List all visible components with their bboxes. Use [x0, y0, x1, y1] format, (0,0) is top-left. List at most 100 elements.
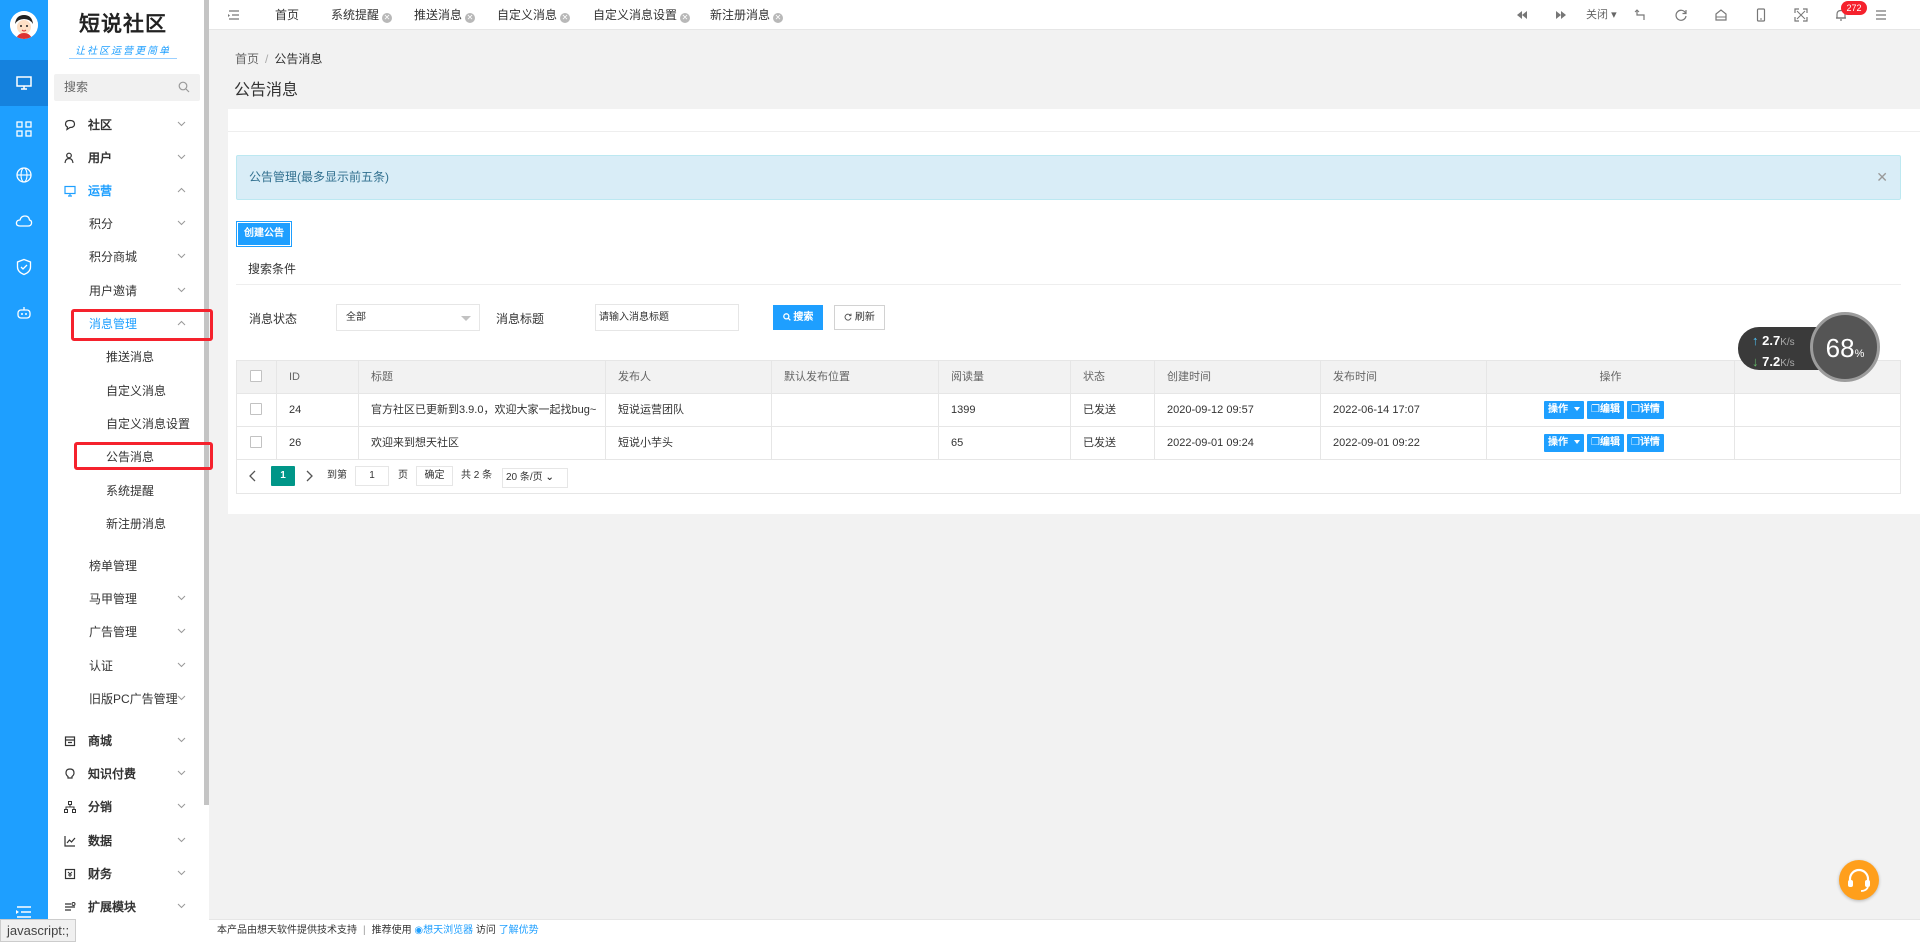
tab-home[interactable]: 首页 — [275, 0, 299, 30]
scroll-left-icon[interactable] — [1515, 8, 1529, 22]
tab-new-register-message[interactable]: 新注册消息 ✕ — [710, 0, 784, 30]
fullscreen-icon[interactable] — [1794, 8, 1808, 22]
page-current[interactable]: 1 — [271, 466, 295, 486]
collapse-sidebar-icon[interactable] — [227, 8, 241, 22]
action-dropdown-button[interactable]: 操作 — [1544, 434, 1584, 452]
title-search-input[interactable]: 请输入消息标题 — [595, 304, 739, 331]
detail-button[interactable]: ❐详情 — [1626, 434, 1664, 452]
caret-down-icon — [1574, 440, 1580, 444]
menu-extensions[interactable]: 扩展模块 — [48, 892, 200, 922]
menu-custom-message-settings[interactable]: 自定义消息设置 — [48, 409, 200, 439]
menu-vest-management[interactable]: 马甲管理 — [48, 584, 200, 614]
rail-monitor-icon[interactable] — [0, 60, 48, 106]
menu-operations[interactable]: 运营 — [48, 176, 200, 206]
rail-cloud-icon[interactable] — [0, 198, 48, 244]
tab-custom-message-settings[interactable]: 自定义消息设置 ✕ — [593, 0, 691, 30]
detail-button[interactable]: ❐详情 — [1626, 401, 1664, 419]
menu-data[interactable]: 数据 — [48, 826, 200, 856]
header-id[interactable]: ID — [277, 361, 359, 394]
row-actions: 操作 ❐编辑 ❐详情 — [1544, 434, 1664, 452]
menu-points[interactable]: 积分 — [48, 209, 200, 239]
customer-support-button[interactable] — [1839, 860, 1879, 900]
menu-user-invite[interactable]: 用户邀请 — [48, 276, 200, 306]
close-icon[interactable]: ✕ — [1876, 156, 1888, 199]
select-all-checkbox[interactable] — [250, 370, 262, 382]
close-tab-icon[interactable]: ✕ — [773, 13, 784, 23]
menu-shop[interactable]: 商城 — [48, 726, 200, 756]
menu-distribution[interactable]: 分销 — [48, 792, 200, 822]
edit-button[interactable]: ❐编辑 — [1587, 401, 1624, 419]
header-position[interactable]: 默认发布位置 — [772, 361, 939, 394]
menu-system-reminder[interactable]: 系统提醒 — [48, 476, 200, 506]
action-dropdown-button[interactable]: 操作 — [1544, 401, 1584, 419]
search-icon[interactable] — [178, 81, 190, 93]
monitor-icon — [64, 185, 76, 197]
close-tabs-dropdown[interactable]: 关闭 ▾ — [1586, 0, 1617, 30]
row-checkbox-cell — [237, 394, 277, 427]
refresh-icon[interactable] — [1674, 8, 1688, 22]
brand-logo[interactable]: 短说社区 让社区运营更简单 — [48, 8, 198, 59]
header-reads[interactable]: 阅读量 — [939, 361, 1071, 394]
status-select[interactable]: 全部 — [336, 304, 480, 331]
scroll-right-icon[interactable] — [1554, 8, 1568, 22]
header-created[interactable]: 创建时间 — [1155, 361, 1321, 394]
header-status[interactable]: 状态 — [1071, 361, 1155, 394]
menu-search-input[interactable]: 搜索 — [54, 74, 200, 101]
close-tab-icon[interactable]: ✕ — [560, 13, 571, 23]
rail-shield-icon[interactable] — [0, 244, 48, 290]
rail-apps-icon[interactable] — [0, 106, 48, 152]
row-checkbox[interactable] — [250, 403, 262, 415]
rail-globe-icon[interactable] — [0, 152, 48, 198]
menu-finance[interactable]: 财务 — [48, 859, 200, 889]
chat-icon — [64, 119, 76, 131]
prev-page-icon[interactable] — [245, 466, 261, 486]
menu-rankings[interactable]: 榜单管理 — [48, 551, 200, 581]
menu-knowledge-paid[interactable]: 知识付费 — [48, 759, 200, 789]
menu-users[interactable]: 用户 — [48, 143, 200, 173]
search-button[interactable]: 搜索 — [773, 305, 823, 330]
menu-community[interactable]: 社区 — [48, 110, 200, 140]
menu-points-mall[interactable]: 积分商城 — [48, 242, 200, 272]
breadcrumb-home[interactable]: 首页 — [235, 52, 259, 66]
close-tab-icon[interactable]: ✕ — [382, 13, 393, 23]
header-published[interactable]: 发布时间 — [1321, 361, 1487, 394]
back-icon[interactable] — [1634, 8, 1648, 22]
tab-push-message[interactable]: 推送消息 ✕ — [414, 0, 476, 30]
create-announcement-button[interactable]: 创建公告 — [236, 221, 292, 247]
notice-text: 公告管理(最多显示前五条) — [249, 170, 389, 184]
menu-verification[interactable]: 认证 — [48, 651, 200, 681]
menu-legacy-pc-ads[interactable]: 旧版PC广告管理 — [48, 684, 200, 714]
copy-icon: ❐ — [1630, 404, 1640, 415]
side-scrollbar[interactable] — [204, 0, 209, 805]
learn-more-link[interactable]: 了解优势 — [499, 925, 539, 936]
close-tab-icon[interactable]: ✕ — [465, 13, 476, 23]
icon-rail — [0, 0, 48, 942]
network-speed-widget[interactable]: ↑ 2.7K/s ↓ 7.2K/s 68% — [1738, 312, 1888, 382]
next-page-icon[interactable] — [301, 466, 317, 486]
menu-custom-message[interactable]: 自定义消息 — [48, 376, 200, 406]
tab-custom-message[interactable]: 自定义消息 ✕ — [497, 0, 571, 30]
browser-link[interactable]: ◉想天浏览器 — [414, 925, 473, 936]
tab-system-reminder[interactable]: 系统提醒 ✕ — [331, 0, 393, 30]
goto-confirm-button[interactable]: 确定 — [416, 466, 453, 486]
notification-badge: 272 — [1841, 1, 1867, 15]
goto-page-input[interactable]: 1 — [355, 466, 389, 486]
collapse-menu-icon[interactable] — [14, 904, 34, 920]
refresh-button[interactable]: 刷新 — [834, 305, 885, 330]
avatar[interactable] — [10, 11, 38, 39]
menu-icon[interactable] — [1874, 8, 1888, 22]
menu-ad-management[interactable]: 广告管理 — [48, 617, 200, 647]
menu-new-register-message[interactable]: 新注册消息 — [48, 509, 200, 539]
page-size-select[interactable]: 20 条/页 ⌄ — [502, 468, 568, 488]
clear-cache-icon[interactable] — [1714, 8, 1728, 22]
menu-push-message[interactable]: 推送消息 — [48, 342, 200, 372]
mobile-icon[interactable] — [1754, 8, 1768, 22]
close-tab-icon[interactable]: ✕ — [680, 13, 691, 23]
extension-icon — [65, 902, 76, 911]
header-title[interactable]: 标题 — [359, 361, 606, 394]
row-checkbox[interactable] — [250, 436, 262, 448]
rail-robot-icon[interactable] — [0, 290, 48, 336]
header-publisher[interactable]: 发布人 — [606, 361, 772, 394]
edit-button[interactable]: ❐编辑 — [1587, 434, 1624, 452]
page-unit-label: 页 — [398, 470, 408, 481]
